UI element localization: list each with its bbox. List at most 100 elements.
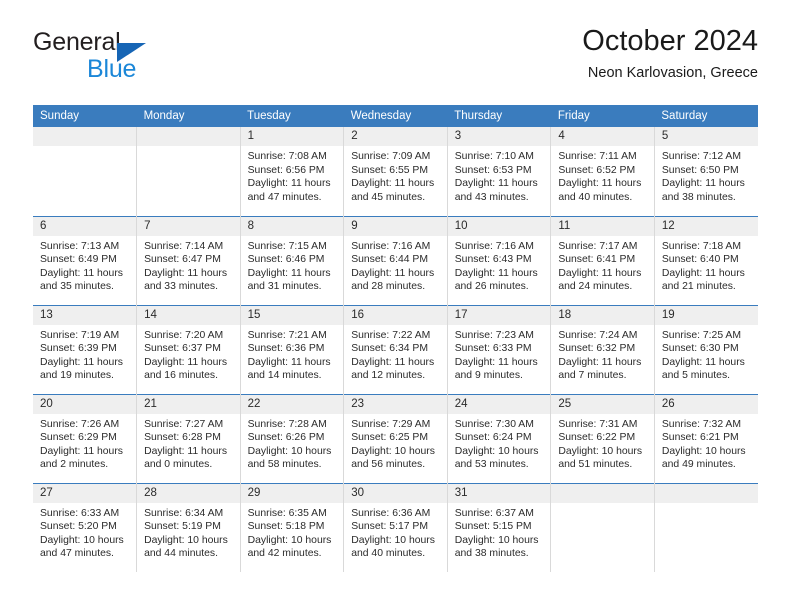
daylight-text-line1: Daylight: 10 hours (247, 534, 332, 546)
day-number: 3 (447, 127, 551, 146)
calendar-day-cell[interactable]: 26 Sunrise: 7:32 AM Sunset: 6:21 PM Dayligh… (654, 393, 758, 483)
calendar-day-cell[interactable]: 27 Sunrise: 6:33 AM Sunset: 5:20 PM Dayligh… (33, 482, 138, 572)
calendar-day-cell-empty (33, 127, 138, 216)
sunrise-text: Sunrise: 7:20 AM (144, 329, 224, 341)
calendar-day-cell[interactable]: 12 Sunrise: 7:18 AM Sunset: 6:40 PM Dayligh… (654, 215, 758, 305)
calendar-day-cell[interactable]: 30 Sunrise: 6:36 AM Sunset: 5:17 PM Dayligh… (343, 482, 448, 572)
calendar-day-cell[interactable]: 16 Sunrise: 7:22 AM Sunset: 6:34 PM Dayligh… (343, 304, 448, 394)
calendar-day-cell[interactable]: 5 Sunrise: 7:12 AM Sunset: 6:50 PM Daylight… (654, 127, 758, 216)
day-number: 10 (447, 216, 551, 236)
daylight-text-line1: Daylight: 11 hours (144, 445, 228, 457)
sunrise-text: Sunrise: 7:17 AM (558, 240, 638, 252)
calendar-day-cell[interactable]: 6 Sunrise: 7:13 AM Sunset: 6:49 PM Daylight… (33, 215, 138, 305)
calendar-day-cell[interactable]: 4 Sunrise: 7:11 AM Sunset: 6:52 PM Daylight… (550, 127, 655, 216)
day-number: 6 (33, 216, 137, 236)
daylight-text-line2: and 38 minutes. (454, 548, 529, 560)
calendar-day-cell[interactable]: 10 Sunrise: 7:16 AM Sunset: 6:43 PM Dayligh… (447, 215, 552, 305)
calendar-day-cell[interactable]: 22 Sunrise: 7:28 AM Sunset: 6:26 PM Dayligh… (240, 393, 345, 483)
day-info: Sunrise: 7:22 AM Sunset: 6:34 PM Daylight:… (344, 325, 447, 383)
sunset-text: Sunset: 6:37 PM (144, 343, 221, 355)
calendar-day-cell[interactable]: 20 Sunrise: 7:26 AM Sunset: 6:29 PM Dayligh… (33, 393, 138, 483)
day-number: 14 (137, 305, 240, 325)
calendar-day-cell[interactable]: 11 Sunrise: 7:17 AM Sunset: 6:41 PM Dayligh… (550, 215, 655, 305)
calendar-day-cell-empty (654, 482, 758, 572)
day-number: 31 (447, 483, 551, 503)
calendar-day-cell[interactable]: 7 Sunrise: 7:14 AM Sunset: 6:47 PM Daylight… (136, 215, 241, 305)
day-number: 20 (33, 394, 137, 414)
daylight-text-line1: Daylight: 11 hours (247, 178, 331, 190)
calendar-day-cell[interactable]: 13 Sunrise: 7:19 AM Sunset: 6:39 PM Dayligh… (33, 304, 138, 394)
sunset-text: Sunset: 6:24 PM (454, 432, 532, 444)
sunrise-text: Sunrise: 7:08 AM (247, 151, 327, 162)
calendar-day-cell[interactable]: 15 Sunrise: 7:21 AM Sunset: 6:36 PM Dayligh… (240, 304, 345, 394)
sunset-text: Sunset: 5:19 PM (144, 521, 221, 533)
sunset-text: Sunset: 6:50 PM (661, 164, 739, 176)
calendar-day-cell-empty (136, 127, 241, 216)
day-info: Sunrise: 7:28 AM Sunset: 6:26 PM Daylight:… (241, 414, 344, 472)
weekday-header-saturday: Saturday (654, 105, 758, 127)
brand-name-blue: Blue (87, 55, 137, 83)
calendar-day-cell[interactable]: 28 Sunrise: 6:34 AM Sunset: 5:19 PM Dayligh… (136, 482, 241, 572)
weekday-header-tuesday: Tuesday (240, 105, 344, 127)
day-number: 1 (240, 127, 344, 146)
calendar-day-cell[interactable]: 14 Sunrise: 7:20 AM Sunset: 6:37 PM Dayligh… (136, 304, 241, 394)
calendar-day-cell[interactable]: 24 Sunrise: 7:30 AM Sunset: 6:24 PM Dayligh… (447, 393, 552, 483)
sunrise-text: Sunrise: 7:22 AM (351, 329, 431, 341)
day-number: 16 (344, 305, 447, 325)
brand-logo[interactable]: General Blue (33, 28, 263, 90)
daylight-text-line2: and 9 minutes. (454, 370, 523, 382)
calendar-day-cell[interactable]: 29 Sunrise: 6:35 AM Sunset: 5:18 PM Dayligh… (240, 482, 345, 572)
day-number: 19 (654, 305, 758, 325)
sunrise-text: Sunrise: 6:34 AM (144, 507, 224, 519)
sunset-text: Sunset: 6:34 PM (351, 343, 429, 355)
sunrise-text: Sunrise: 6:36 AM (351, 507, 431, 519)
calendar-day-cell[interactable]: 31 Sunrise: 6:37 AM Sunset: 5:15 PM Dayligh… (447, 482, 552, 572)
calendar-table: Sunday Monday Tuesday Wednesday Thursday… (33, 105, 758, 572)
sunset-text: Sunset: 6:36 PM (247, 343, 325, 355)
sunset-text: Sunset: 5:17 PM (351, 521, 429, 533)
day-number (137, 127, 240, 146)
sunrise-text: Sunrise: 6:35 AM (247, 507, 327, 519)
daylight-text-line2: and 5 minutes. (661, 370, 731, 382)
daylight-text-line2: and 58 minutes. (247, 459, 322, 471)
day-number: 22 (240, 394, 344, 414)
calendar-day-cell[interactable]: 8 Sunrise: 7:15 AM Sunset: 6:46 PM Daylight… (240, 215, 345, 305)
sunrise-text: Sunrise: 7:12 AM (661, 151, 742, 162)
day-info: Sunrise: 7:29 AM Sunset: 6:25 PM Daylight:… (344, 414, 447, 472)
day-info: Sunrise: 6:33 AM Sunset: 5:20 PM Daylight:… (33, 503, 136, 561)
calendar-day-cell[interactable]: 21 Sunrise: 7:27 AM Sunset: 6:28 PM Dayligh… (136, 393, 241, 483)
sunset-text: Sunset: 6:32 PM (558, 343, 636, 355)
daylight-text-line2: and 45 minutes. (351, 191, 426, 203)
calendar-day-cell[interactable]: 17 Sunrise: 7:23 AM Sunset: 6:33 PM Dayligh… (447, 304, 552, 394)
calendar-day-cell[interactable]: 2 Sunrise: 7:09 AM Sunset: 6:55 PM Daylight… (343, 127, 448, 216)
calendar-day-cell[interactable]: 1 Sunrise: 7:08 AM Sunset: 6:56 PM Daylight… (240, 127, 345, 216)
daylight-text-line1: Daylight: 11 hours (247, 356, 331, 368)
daylight-text-line2: and 53 minutes. (454, 459, 529, 471)
daylight-text-line2: and 24 minutes. (558, 281, 633, 293)
sunrise-text: Sunrise: 7:30 AM (454, 418, 534, 430)
daylight-text-line2: and 40 minutes. (351, 548, 426, 560)
calendar-day-cell[interactable]: 23 Sunrise: 7:29 AM Sunset: 6:25 PM Dayligh… (343, 393, 448, 483)
weekday-header-friday: Friday (550, 105, 655, 127)
sunrise-text: Sunrise: 7:29 AM (351, 418, 431, 430)
day-info: Sunrise: 7:25 AM Sunset: 6:30 PM Daylight:… (655, 325, 758, 383)
day-info: Sunrise: 7:26 AM Sunset: 6:29 PM Daylight:… (33, 414, 136, 472)
calendar-day-cell[interactable]: 3 Sunrise: 7:10 AM Sunset: 6:53 PM Daylight… (447, 127, 552, 216)
sunset-text: Sunset: 6:49 PM (40, 254, 117, 266)
calendar-day-cell[interactable]: 19 Sunrise: 7:25 AM Sunset: 6:30 PM Dayligh… (654, 304, 758, 394)
daylight-text-line2: and 2 minutes. (40, 459, 109, 471)
daylight-text-line2: and 38 minutes. (661, 191, 736, 203)
day-info: Sunrise: 7:32 AM Sunset: 6:21 PM Daylight:… (655, 414, 758, 472)
daylight-text-line1: Daylight: 11 hours (247, 267, 331, 279)
calendar-day-cell[interactable]: 9 Sunrise: 7:16 AM Sunset: 6:44 PM Daylight… (343, 215, 448, 305)
daylight-text-line2: and 28 minutes. (351, 281, 426, 293)
calendar-week-row: 27 Sunrise: 6:33 AM Sunset: 5:20 PM Dayligh… (33, 482, 758, 572)
calendar-day-cell[interactable]: 25 Sunrise: 7:31 AM Sunset: 6:22 PM Dayligh… (550, 393, 655, 483)
day-info: Sunrise: 7:20 AM Sunset: 6:37 PM Daylight:… (137, 325, 240, 383)
day-info: Sunrise: 7:21 AM Sunset: 6:36 PM Daylight:… (241, 325, 344, 383)
calendar-day-cell[interactable]: 18 Sunrise: 7:24 AM Sunset: 6:32 PM Dayligh… (550, 304, 655, 394)
day-number: 23 (344, 394, 447, 414)
day-number: 28 (137, 483, 240, 503)
sunset-text: Sunset: 6:25 PM (351, 432, 429, 444)
day-number: 30 (344, 483, 447, 503)
